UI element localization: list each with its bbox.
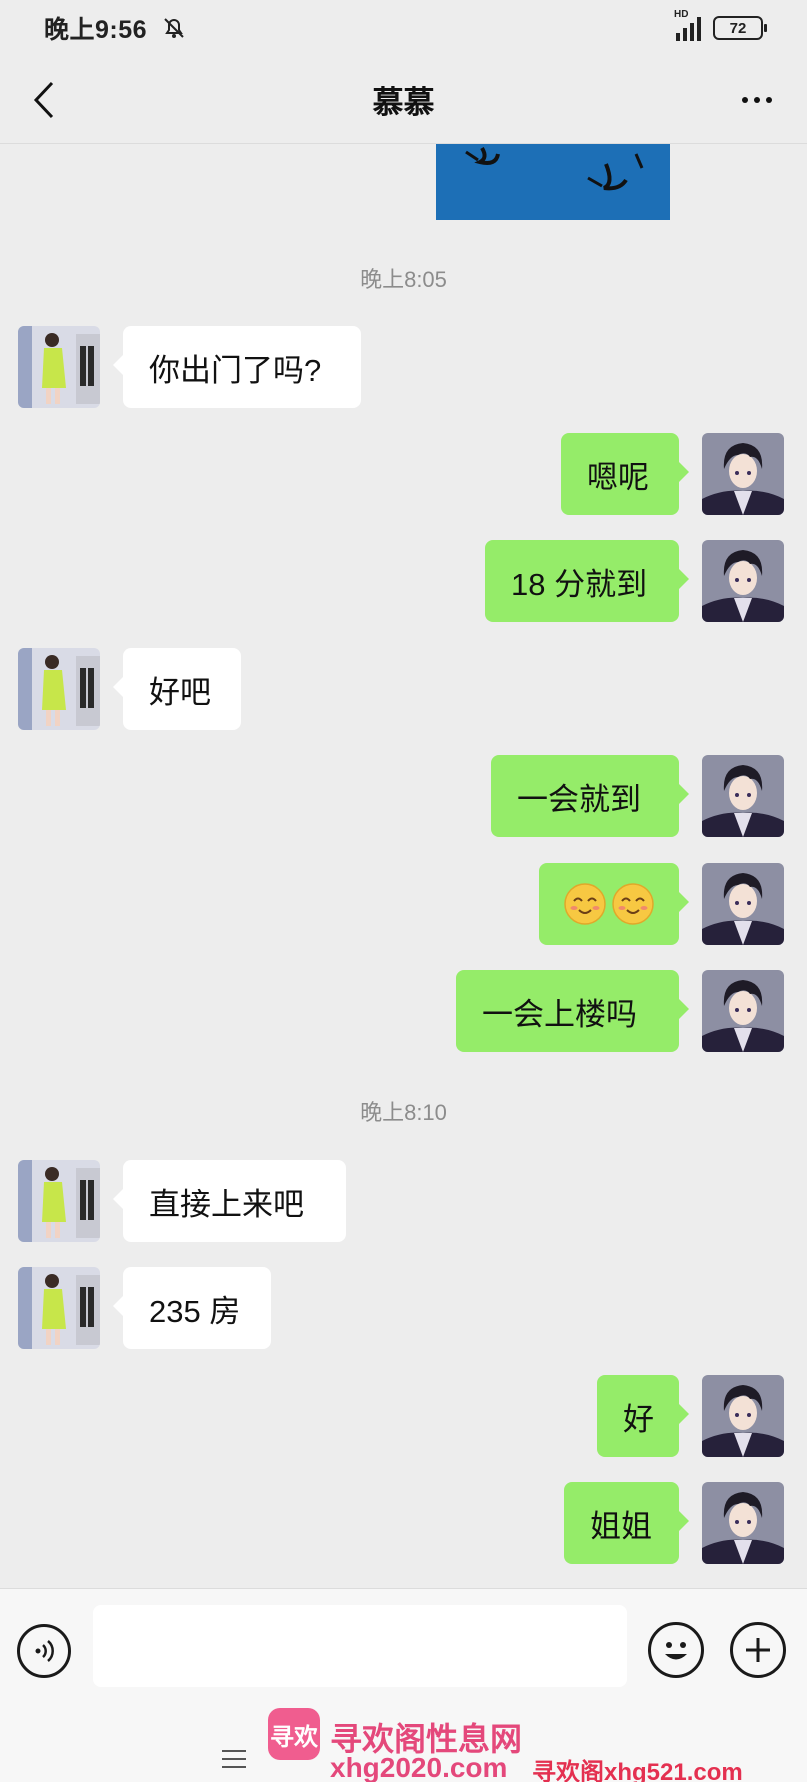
contact-avatar[interactable] xyxy=(18,648,100,730)
outgoing-message: 嗯呢 xyxy=(0,433,807,515)
outgoing-message: 一会上楼吗 xyxy=(0,970,807,1052)
incoming-message: 235 房 xyxy=(0,1267,807,1349)
my-avatar[interactable] xyxy=(702,970,784,1052)
my-avatar[interactable] xyxy=(702,1482,784,1564)
message-bubble[interactable]: 直接上来吧 xyxy=(113,1160,346,1242)
chat-title: 慕慕 xyxy=(372,85,435,120)
message-bubble[interactable]: 好 xyxy=(597,1375,689,1457)
message-bubble[interactable]: 18 分就到 xyxy=(485,540,689,622)
image-message[interactable] xyxy=(436,144,670,220)
mute-bell-icon xyxy=(164,18,184,38)
input-bar xyxy=(0,1588,807,1708)
message-timestamp: 晚上8:05 xyxy=(360,267,447,292)
message-text: 姐姐 xyxy=(590,1508,652,1544)
message-bubble[interactable]: 姐姐 xyxy=(564,1482,689,1564)
message-text: 18 分就到 xyxy=(511,566,648,602)
message-text: 直接上来吧 xyxy=(149,1186,304,1222)
message-bubble[interactable] xyxy=(539,863,689,945)
contact-avatar[interactable] xyxy=(18,1267,100,1349)
message-bubble[interactable]: 一会上楼吗 xyxy=(456,970,689,1052)
signal-icon: HD xyxy=(674,9,701,41)
watermark-logo: 寻欢 xyxy=(268,1708,320,1760)
my-avatar[interactable] xyxy=(702,1375,784,1457)
battery-level: 72 xyxy=(729,19,747,37)
more-dot xyxy=(766,97,772,103)
smiling-face-icon xyxy=(612,883,654,925)
my-avatar[interactable] xyxy=(702,433,784,515)
message-text: 嗯呢 xyxy=(587,459,649,495)
outgoing-message: 好 xyxy=(0,1375,807,1457)
my-avatar[interactable] xyxy=(702,755,784,837)
my-avatar[interactable] xyxy=(702,863,784,945)
message-text: 一会就到 xyxy=(517,781,641,817)
status-time: 晚上9:56 xyxy=(44,16,148,44)
outgoing-message xyxy=(0,863,807,945)
status-bar: 晚上9:56 HD 72 xyxy=(0,0,807,56)
more-options-button[interactable] xyxy=(731,76,783,124)
emoji-button[interactable] xyxy=(648,1622,704,1678)
incoming-message: 你出门了吗? xyxy=(0,326,807,408)
menu-icon[interactable] xyxy=(220,1748,248,1770)
message-text: 你出门了吗? xyxy=(149,352,322,388)
message-text: 235 房 xyxy=(149,1293,241,1329)
voice-icon xyxy=(35,1640,54,1662)
contact-avatar[interactable] xyxy=(18,1160,100,1242)
network-label: HD xyxy=(674,9,689,20)
message-text: 好吧 xyxy=(149,674,211,710)
bottom-navigation: 寻欢 寻欢阁性息网 xhg2020.com 寻欢阁xhg521.com xyxy=(0,1708,807,1782)
battery-icon: 72 xyxy=(713,16,767,40)
smiling-face-icon xyxy=(564,883,606,925)
back-button[interactable] xyxy=(20,76,68,124)
message-input[interactable] xyxy=(93,1605,627,1687)
smiley-icon xyxy=(665,1642,687,1660)
chevron-left-icon xyxy=(33,81,54,119)
message-bubble[interactable]: 好吧 xyxy=(113,648,241,730)
more-dot xyxy=(742,97,748,103)
plus-icon xyxy=(746,1638,770,1662)
outgoing-message: 姐姐 xyxy=(0,1482,807,1564)
message-bubble[interactable]: 235 房 xyxy=(113,1267,271,1349)
voice-button[interactable] xyxy=(17,1624,71,1678)
my-avatar[interactable] xyxy=(702,540,784,622)
message-text: 一会上楼吗 xyxy=(482,996,637,1032)
watermark-url-secondary: 寻欢阁xhg521.com xyxy=(532,1759,743,1782)
message-bubble[interactable]: 你出门了吗? xyxy=(113,326,361,408)
outgoing-message: 18 分就到 xyxy=(0,540,807,622)
message-timestamp: 晚上8:10 xyxy=(360,1100,447,1125)
message-bubble[interactable]: 嗯呢 xyxy=(561,433,689,515)
more-dot xyxy=(754,97,760,103)
incoming-message: 直接上来吧 xyxy=(0,1160,807,1242)
message-text: 好 xyxy=(623,1401,654,1437)
contact-avatar[interactable] xyxy=(18,326,100,408)
more-functions-button[interactable] xyxy=(730,1622,786,1678)
chat-header: 慕慕 xyxy=(0,56,807,144)
watermark-url: xhg2020.com xyxy=(330,1752,508,1782)
message-bubble[interactable]: 一会就到 xyxy=(491,755,689,837)
outgoing-message: 一会就到 xyxy=(0,755,807,837)
image-content xyxy=(465,146,644,191)
incoming-message: 好吧 xyxy=(0,648,807,730)
